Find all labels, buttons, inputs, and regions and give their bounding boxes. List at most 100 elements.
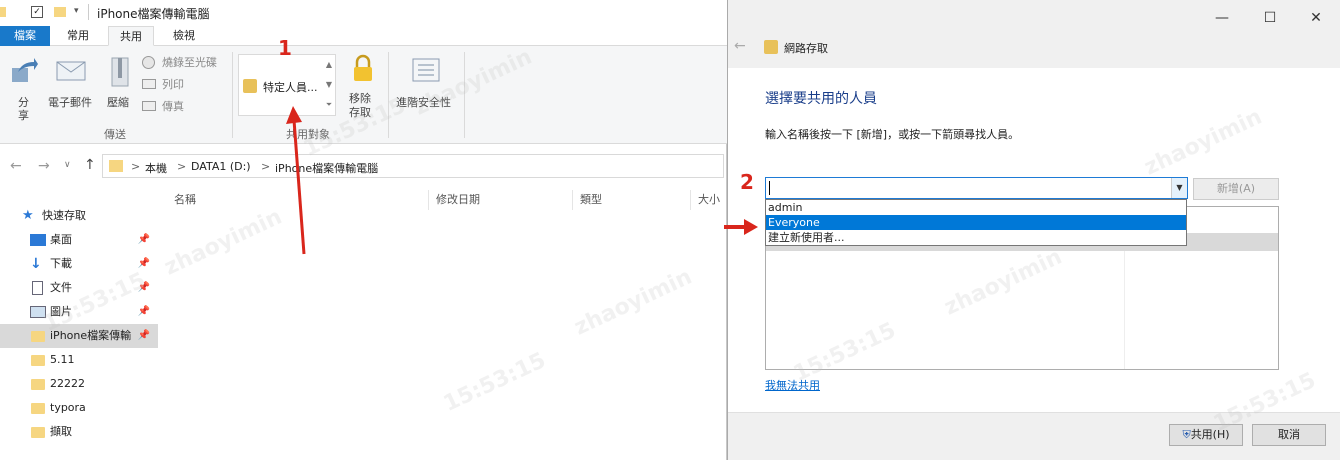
option-create-new-user[interactable]: 建立新使用者...	[766, 230, 1186, 245]
star-icon: ★	[22, 208, 34, 223]
customize-quick-access-icon[interactable]: ▾	[74, 6, 79, 16]
nav-item-iphone-folder[interactable]: iPhone檔案傳輸 📌	[0, 324, 158, 348]
fax-label: 傳真	[162, 100, 184, 113]
advanced-security-button[interactable]: 進階安全性	[394, 50, 460, 110]
nav-item-label: 圖片	[50, 305, 72, 318]
nav-item-22222[interactable]: 22222	[0, 372, 158, 396]
back-arrow-icon[interactable]: ←	[10, 158, 22, 174]
breadcrumb-separator: >	[261, 160, 271, 173]
minimize-icon[interactable]: —	[1212, 8, 1232, 28]
group-send-label: 傳送	[104, 128, 126, 141]
gallery-expand[interactable]: ⏷	[323, 95, 335, 115]
navigation-pane: ★ 快速存取 桌面 📌 ↓ 下載 📌 文件 📌 圖片 📌 iPhone檔案傳輸 …	[0, 200, 158, 460]
share-submit-button[interactable]: ⛨共用(H)	[1169, 424, 1243, 446]
specific-people-button[interactable]: 特定人員...	[241, 73, 323, 101]
picture-icon	[30, 306, 46, 318]
user-dropdown-list: admin Everyone 建立新使用者...	[765, 199, 1187, 246]
column-date[interactable]: 修改日期	[436, 188, 480, 212]
security-icon	[412, 58, 440, 82]
burn-label: 燒錄至光碟	[162, 56, 217, 69]
folder-icon	[31, 427, 45, 438]
breadcrumb-separator: >	[177, 160, 187, 173]
folder-icon	[31, 403, 45, 414]
dialog-instruction: 輸入名稱後按一下 [新增]，或按一下箭頭尋找人員。	[765, 128, 1020, 141]
nav-item-downloads[interactable]: ↓ 下載 📌	[0, 252, 158, 276]
email-button[interactable]: 電子郵件	[44, 50, 98, 110]
chevron-down-icon[interactable]: ▼	[1171, 178, 1187, 198]
close-icon[interactable]: ✕	[1306, 8, 1326, 28]
column-size[interactable]: 大小	[698, 188, 720, 212]
group-separator	[232, 52, 233, 138]
burn-to-disc-button[interactable]: 燒錄至光碟	[142, 54, 226, 70]
uac-shield-icon: ⛨	[1182, 428, 1191, 441]
print-label: 列印	[162, 78, 184, 91]
zip-button[interactable]: 壓縮	[104, 50, 134, 110]
folder-icon	[31, 331, 45, 342]
printer-icon	[142, 79, 156, 89]
ribbon-tabs: 檔案 常用 共用 檢視	[0, 26, 727, 46]
specific-people-label: 特定人員...	[263, 81, 318, 94]
nav-item-5-11[interactable]: 5.11	[0, 348, 158, 372]
pin-icon[interactable]: 📌	[138, 228, 150, 252]
properties-quick-icon[interactable]: ✓	[31, 6, 43, 18]
email-icon	[56, 61, 86, 81]
file-explorer-window: ✓ ▾ iPhone檔案傳輸電腦 檔案 常用 共用 檢視 分 享 電子郵件 壓縮…	[0, 0, 727, 460]
forward-arrow-icon[interactable]: →	[38, 158, 50, 174]
titlebar-separator	[88, 4, 89, 20]
breadcrumb-separator: >	[131, 160, 141, 173]
cancel-button[interactable]: 取消	[1252, 424, 1326, 446]
nav-item-label: typora	[50, 401, 86, 414]
breadcrumb-this-pc[interactable]: 本機	[145, 160, 167, 176]
remove-label-1: 移除	[349, 92, 371, 105]
tab-file[interactable]: 檔案	[0, 26, 50, 46]
tab-share[interactable]: 共用	[108, 26, 154, 46]
address-bar[interactable]: > 本機 > DATA1 (D:) > iPhone檔案傳輸電腦	[102, 154, 724, 178]
share-button[interactable]: 分 享	[6, 50, 38, 122]
folder-icon	[31, 379, 45, 390]
user-name-combobox[interactable]: ▼	[765, 177, 1188, 199]
up-arrow-icon[interactable]: ↑	[84, 157, 96, 173]
remove-access-button[interactable]: 移除 存取	[344, 50, 380, 122]
column-name[interactable]: 名稱	[174, 188, 196, 212]
column-separator	[690, 190, 691, 210]
pin-icon[interactable]: 📌	[138, 252, 150, 276]
nav-item-label: 下載	[50, 257, 72, 270]
nav-item-desktop[interactable]: 桌面 📌	[0, 228, 158, 252]
add-button[interactable]: 新增(A)	[1193, 178, 1279, 200]
text-caret	[769, 181, 770, 195]
fax-button[interactable]: 傳真	[142, 98, 226, 114]
pin-icon[interactable]: 📌	[138, 276, 150, 300]
gallery-scroll-up[interactable]: ▲	[323, 55, 335, 75]
folder-icon	[31, 355, 45, 366]
gallery-scroll-down[interactable]: ▼	[323, 75, 335, 95]
maximize-icon[interactable]: ☐	[1260, 8, 1280, 28]
tab-home[interactable]: 常用	[54, 26, 102, 46]
new-folder-quick-icon[interactable]	[54, 7, 66, 17]
nav-item-label: 22222	[50, 377, 85, 390]
back-arrow-icon[interactable]: ←	[734, 38, 746, 54]
column-type[interactable]: 類型	[580, 188, 602, 212]
option-admin[interactable]: admin	[766, 200, 1186, 215]
folder-icon	[109, 160, 123, 172]
column-separator	[572, 190, 573, 210]
option-everyone[interactable]: Everyone	[766, 215, 1186, 230]
zip-label: 壓縮	[107, 96, 129, 109]
nav-item-typora[interactable]: typora	[0, 396, 158, 420]
tab-view[interactable]: 檢視	[160, 26, 208, 46]
nav-item-pictures[interactable]: 圖片 📌	[0, 300, 158, 324]
breadcrumb-drive[interactable]: DATA1 (D:)	[191, 160, 251, 173]
annotation-arrow-right	[724, 219, 758, 235]
document-icon	[32, 281, 43, 295]
print-button[interactable]: 列印	[142, 76, 226, 92]
nav-item-documents[interactable]: 文件 📌	[0, 276, 158, 300]
ribbon-share: 分 享 電子郵件 壓縮 燒錄至光碟 列印 傳真 傳送 特定人員... ▲ ▼ ⏷…	[0, 46, 727, 144]
nav-item-capture[interactable]: 擷取	[0, 420, 158, 444]
recent-locations-icon[interactable]: ∨	[64, 160, 71, 170]
download-icon: ↓	[30, 256, 42, 272]
pin-icon[interactable]: 📌	[138, 300, 150, 324]
nav-item-label: iPhone檔案傳輸	[50, 329, 132, 342]
quick-access[interactable]: ★ 快速存取	[0, 204, 158, 228]
cannot-share-link[interactable]: 我無法共用	[765, 377, 820, 393]
pin-icon[interactable]: 📌	[138, 324, 150, 348]
network-users-icon	[764, 40, 778, 54]
